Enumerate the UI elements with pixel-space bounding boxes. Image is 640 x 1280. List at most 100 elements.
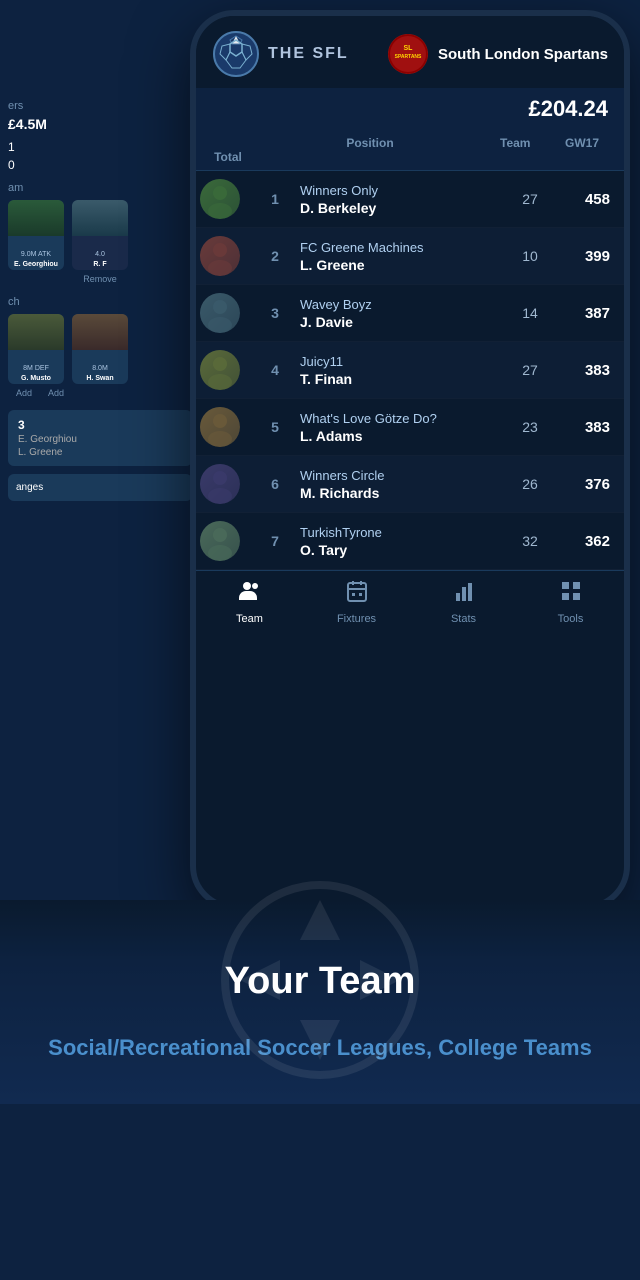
balance-bar: £204.24 — [196, 88, 624, 130]
rank-cell: 4 — [250, 362, 300, 378]
gw-score-cell: 27 — [500, 362, 560, 378]
search-player1-name: G. Musto — [8, 375, 64, 382]
player-avatar — [200, 293, 240, 333]
bottom-nav: Team Fixtures Stats Tools — [196, 570, 624, 637]
table-row[interactable]: 7 TurkishTyrone O. Tary 32 362 — [196, 513, 624, 570]
stats-nav-icon — [452, 579, 476, 609]
left-balance-value: £4.5M — [8, 116, 192, 132]
left-val1: 1 — [8, 140, 15, 154]
app-header: THE SFL SL SPARTANS South London Spartan… — [196, 16, 624, 88]
table-row[interactable]: 6 Winners Circle M. Richards 26 376 — [196, 456, 624, 513]
team-info: What's Love Götze Do? L. Adams — [300, 411, 500, 444]
table-row[interactable]: 1 Winners Only D. Berkeley 27 458 — [196, 171, 624, 228]
total-score-cell: 362 — [560, 533, 620, 550]
manager-name-cell: J. Davie — [300, 314, 500, 330]
left-balance-label: ers — [8, 40, 192, 112]
manager-name-cell: D. Berkeley — [300, 200, 500, 216]
add-btn-1[interactable]: Add — [16, 388, 32, 398]
table-header: Position Team GW17 Total — [196, 130, 624, 171]
team-info: TurkishTyrone O. Tary — [300, 525, 500, 558]
gw-score-cell: 14 — [500, 305, 560, 321]
nav-item-stats[interactable]: Stats — [410, 579, 517, 625]
team-name-cell: FC Greene Machines — [300, 240, 500, 255]
player-avatar — [200, 236, 240, 276]
nav-item-fixtures[interactable]: Fixtures — [303, 579, 410, 625]
table-row[interactable]: 4 Juicy11 T. Finan 27 383 — [196, 342, 624, 399]
team-info: Winners Only D. Berkeley — [300, 183, 500, 216]
changes-count: 3 — [18, 418, 182, 432]
rank-cell: 5 — [250, 419, 300, 435]
table-row[interactable]: 5 What's Love Götze Do? L. Adams 23 383 — [196, 399, 624, 456]
svg-text:SPARTANS: SPARTANS — [395, 54, 422, 60]
changes-button[interactable]: anges — [8, 474, 192, 501]
remove-button[interactable]: Remove — [8, 274, 192, 284]
team-name-cell: Wavey Boyz — [300, 297, 500, 312]
team-info: Winners Circle M. Richards — [300, 468, 500, 501]
add-btn-2[interactable]: Add — [48, 388, 64, 398]
main-phone: THE SFL SL SPARTANS South London Spartan… — [190, 10, 630, 910]
player-card-mini-1: E. Georghiou 9.0M ATK — [8, 200, 64, 270]
balance-amount: £204.24 — [528, 96, 608, 122]
stats-nav-label: Stats — [451, 613, 476, 625]
player1-mini-name: E. Georghiou — [8, 261, 64, 268]
total-score-cell: 383 — [560, 362, 620, 379]
bg-watermark-icon — [220, 880, 420, 1080]
left-team-label: am — [8, 182, 192, 194]
rank-cell: 7 — [250, 533, 300, 549]
table-row[interactable]: 3 Wavey Boyz J. Davie 14 387 — [196, 285, 624, 342]
table-row[interactable]: 2 FC Greene Machines L. Greene 10 399 — [196, 228, 624, 285]
search-card-2: H. Swan 8.0M — [72, 314, 128, 384]
svg-text:SL: SL — [404, 45, 414, 52]
player-avatar — [200, 521, 240, 561]
team-nav-label: Team — [236, 613, 263, 625]
player-card-mini-2: R. F 4.0 — [72, 200, 128, 270]
team-name-cell: Winners Circle — [300, 468, 500, 483]
team-info: FC Greene Machines L. Greene — [300, 240, 500, 273]
tools-nav-label: Tools — [558, 613, 584, 625]
league-table: 1 Winners Only D. Berkeley 27 458 2 FC G… — [196, 171, 624, 570]
rank-cell: 3 — [250, 305, 300, 321]
col-position: Position — [248, 136, 492, 150]
player2-mini-name: R. F — [72, 261, 128, 268]
team-name-cell: What's Love Götze Do? — [300, 411, 500, 426]
col-total: Total — [208, 150, 248, 164]
gw-score-cell: 26 — [500, 476, 560, 492]
gw-score-cell: 32 — [500, 533, 560, 549]
team-info: Wavey Boyz J. Davie — [300, 297, 500, 330]
player-avatar — [200, 350, 240, 390]
player-avatar — [200, 179, 240, 219]
team-name-cell: Juicy11 — [300, 354, 500, 369]
total-score-cell: 387 — [560, 305, 620, 322]
gw-score-cell: 23 — [500, 419, 560, 435]
rank-cell: 6 — [250, 476, 300, 492]
player1-mini-val: 9.0M ATK — [8, 251, 64, 258]
manager-name-cell: M. Richards — [300, 485, 500, 501]
team-name-header: South London Spartans — [438, 46, 608, 63]
tools-nav-icon — [559, 579, 583, 609]
fixtures-nav-label: Fixtures — [337, 613, 376, 625]
name1: E. Georghiou — [18, 434, 182, 445]
team-name-cell: Winners Only — [300, 183, 500, 198]
manager-name-cell: L. Greene — [300, 257, 500, 273]
changes-panel: 3 E. Georghiou L. Greene — [8, 410, 192, 466]
col-team: Team — [492, 136, 552, 150]
team-info: Juicy11 T. Finan — [300, 354, 500, 387]
app-name-label: THE SFL — [268, 45, 349, 63]
soccer-ball-icon — [212, 30, 260, 78]
col-gw: GW17 — [552, 136, 612, 150]
name2: L. Greene — [18, 447, 182, 458]
left-search-label: ch — [8, 296, 192, 308]
team-nav-icon — [238, 579, 262, 609]
rank-cell: 1 — [250, 191, 300, 207]
player-avatar — [200, 464, 240, 504]
search-card-1: G. Musto 8M DEF — [8, 314, 64, 384]
total-score-cell: 383 — [560, 419, 620, 436]
total-score-cell: 376 — [560, 476, 620, 493]
search-player2-name: H. Swan — [72, 375, 128, 382]
total-score-cell: 458 — [560, 191, 620, 208]
nav-item-tools[interactable]: Tools — [517, 579, 624, 625]
player2-mini-val: 4.0 — [72, 251, 128, 258]
header-left: THE SFL — [212, 30, 349, 78]
team-logo: SL SPARTANS — [388, 34, 428, 74]
nav-item-team[interactable]: Team — [196, 579, 303, 625]
